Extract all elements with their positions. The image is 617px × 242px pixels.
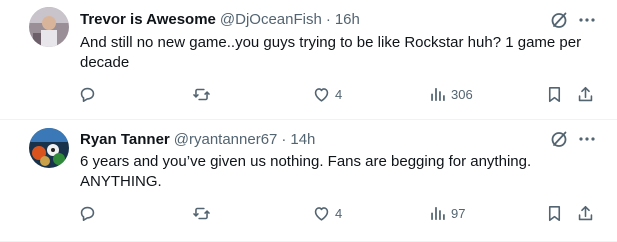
views-icon xyxy=(431,206,445,220)
share-icon xyxy=(578,86,593,101)
author-handle[interactable]: @ryantanner67 xyxy=(174,131,278,148)
tweet-text: 6 years and you’ve given us nothing. Fan… xyxy=(80,153,532,190)
separator-dot: · xyxy=(325,10,331,28)
reply-icon xyxy=(80,206,95,221)
timestamp[interactable]: 14h xyxy=(290,131,315,148)
grok-icon[interactable] xyxy=(549,129,569,149)
separator-dot: · xyxy=(281,130,287,148)
more-icon[interactable] xyxy=(577,10,597,30)
reply-button[interactable] xyxy=(78,84,97,104)
bookmark-icon xyxy=(548,205,561,221)
views-icon xyxy=(431,87,445,101)
share-icon xyxy=(578,205,593,220)
more-icon[interactable] xyxy=(577,129,597,149)
bookmark-button[interactable] xyxy=(545,203,564,223)
bookmark-button[interactable] xyxy=(545,84,564,104)
grok-icon[interactable] xyxy=(549,10,569,30)
bookmark-icon xyxy=(548,86,561,102)
timestamp[interactable]: 16h xyxy=(335,11,360,28)
retweet-icon xyxy=(193,88,210,100)
share-button[interactable] xyxy=(576,203,595,223)
avatar[interactable] xyxy=(29,7,69,47)
tweet-text: And still no new game..you guys trying t… xyxy=(80,34,582,71)
tweet-header: Ryan Tanner @ryantanner67 · 14h xyxy=(80,129,315,149)
like-count: 4 xyxy=(335,86,343,102)
views-button[interactable]: 97 xyxy=(428,203,465,223)
retweet-icon xyxy=(193,207,210,219)
like-icon xyxy=(314,87,329,102)
retweet-button[interactable] xyxy=(192,84,211,104)
retweet-button[interactable] xyxy=(192,203,211,223)
like-count: 4 xyxy=(335,205,343,221)
author-name[interactable]: Ryan Tanner xyxy=(80,131,170,148)
author-name[interactable]: Trevor is Awesome xyxy=(80,11,216,28)
author-handle[interactable]: @DjOceanFish xyxy=(220,11,322,28)
share-button[interactable] xyxy=(576,84,595,104)
avatar[interactable] xyxy=(29,128,69,168)
views-count: 97 xyxy=(451,205,466,221)
views-button[interactable]: 306 xyxy=(428,84,473,104)
tweet[interactable]: Trevor is Awesome @DjOceanFish · 16h And… xyxy=(0,0,617,120)
reply-icon xyxy=(80,87,95,102)
views-count: 306 xyxy=(451,86,473,102)
like-icon xyxy=(314,206,329,221)
like-button[interactable]: 4 xyxy=(312,84,342,104)
reply-button[interactable] xyxy=(78,203,97,223)
like-button[interactable]: 4 xyxy=(312,203,342,223)
tweet[interactable]: Ryan Tanner @ryantanner67 · 14h 6 years … xyxy=(0,120,617,242)
tweet-header: Trevor is Awesome @DjOceanFish · 16h xyxy=(80,9,360,29)
